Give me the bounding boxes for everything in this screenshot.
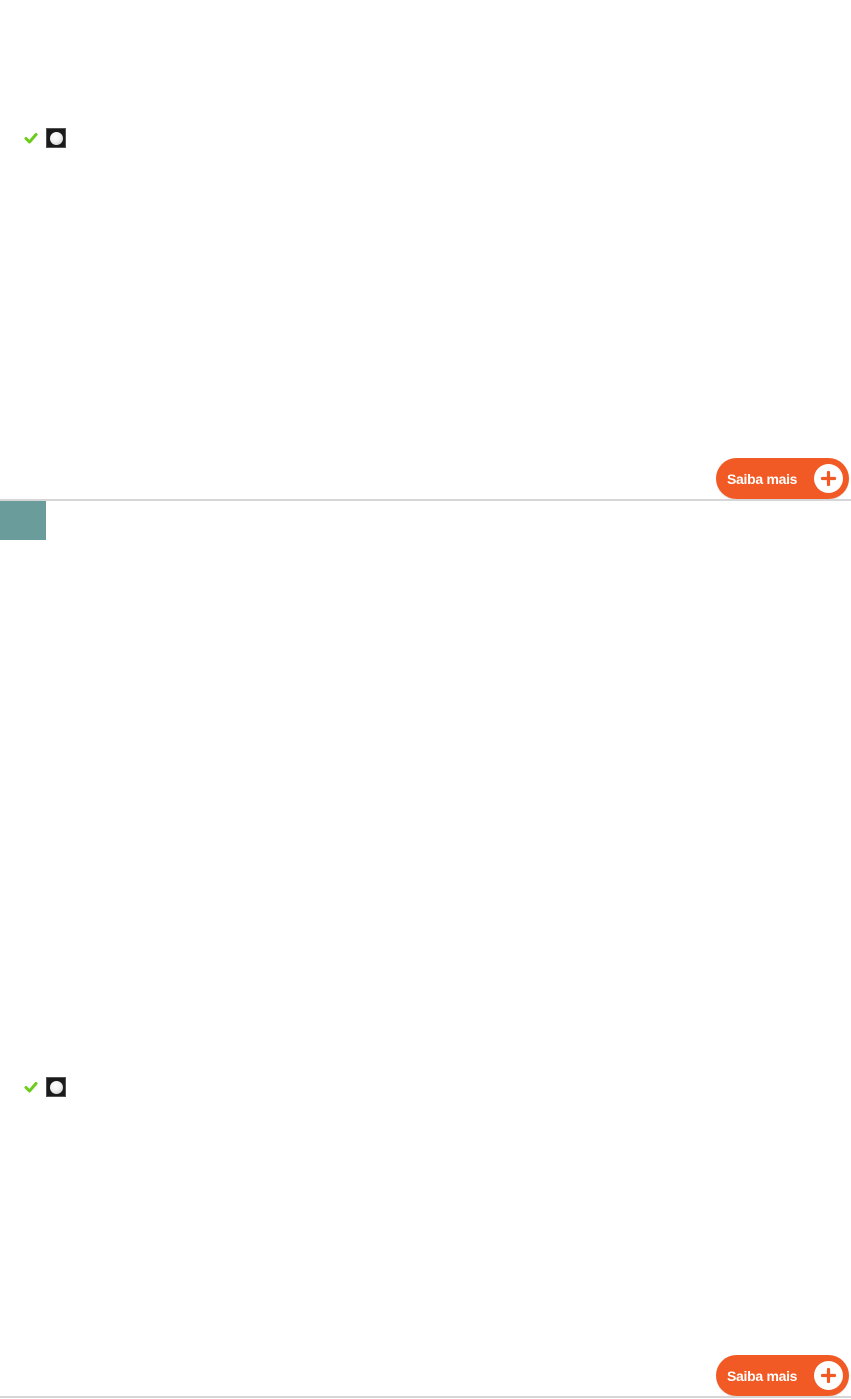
radio-icon[interactable] bbox=[46, 1077, 66, 1097]
check-icon bbox=[24, 1080, 38, 1094]
item-2-icons bbox=[24, 1077, 66, 1097]
saiba-mais-label: Saiba mais bbox=[727, 1367, 798, 1384]
section-divider bbox=[0, 499, 851, 501]
plus-circle-icon bbox=[814, 1361, 843, 1390]
saiba-mais-button[interactable]: Saiba mais bbox=[716, 458, 849, 499]
saiba-mais-label: Saiba mais bbox=[727, 470, 798, 487]
item-1-icons bbox=[24, 128, 66, 148]
radio-icon[interactable] bbox=[46, 128, 66, 148]
check-icon bbox=[24, 131, 38, 145]
accent-block bbox=[0, 501, 46, 540]
saiba-mais-button[interactable]: Saiba mais bbox=[716, 1355, 849, 1396]
plus-circle-icon bbox=[814, 464, 843, 493]
section-divider bbox=[0, 1396, 851, 1398]
